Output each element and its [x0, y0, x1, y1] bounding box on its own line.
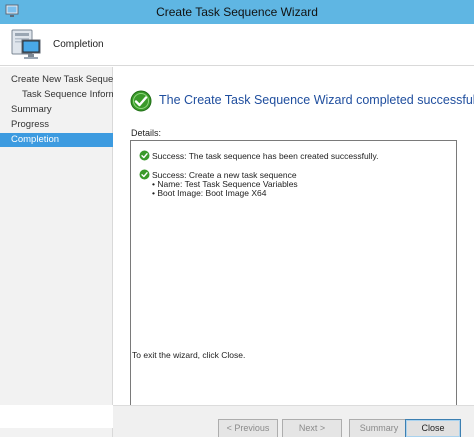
nav-item-completion[interactable]: Completion [0, 133, 113, 147]
nav-item-progress[interactable]: Progress [0, 118, 113, 132]
detail-boot-image: • Boot Image: Boot Image X64 [152, 188, 267, 198]
check-circle-icon [139, 169, 150, 180]
nav-item-create-new-task-sequence[interactable]: Create New Task Sequence [0, 73, 113, 87]
previous-button[interactable]: < Previous [218, 419, 278, 437]
details-box[interactable]: Success: The task sequence has been crea… [130, 140, 457, 409]
detail-success-created: Success: The task sequence has been crea… [152, 151, 379, 161]
nav-item-task-sequence-information[interactable]: Task Sequence Informati [0, 88, 113, 102]
title-bar: Create Task Sequence Wizard [0, 0, 474, 24]
status-banner: The Create Task Sequence Wizard complete… [130, 90, 474, 112]
page-title: Completion [53, 39, 104, 50]
main-content: The Create Task Sequence Wizard complete… [114, 67, 474, 409]
next-button[interactable]: Next > [282, 419, 342, 437]
nav-scrollbar[interactable] [0, 428, 113, 437]
window-title: Create Task Sequence Wizard [156, 5, 318, 19]
close-button[interactable]: Close [405, 419, 461, 437]
wizard-header: Completion [0, 24, 474, 66]
status-message: The Create Task Sequence Wizard complete… [159, 93, 474, 107]
summary-button[interactable]: Summary [349, 419, 409, 437]
wizard-nav: Create New Task Sequence Task Sequence I… [0, 67, 113, 405]
computer-icon [11, 29, 41, 59]
check-circle-icon [139, 150, 150, 161]
check-circle-icon [130, 90, 152, 112]
details-label: Details: [131, 128, 162, 138]
nav-item-summary[interactable]: Summary [0, 103, 113, 117]
wizard-footer: < Previous Next > Summary Close [113, 405, 474, 437]
exit-instructions: To exit the wizard, click Close. [132, 350, 246, 360]
